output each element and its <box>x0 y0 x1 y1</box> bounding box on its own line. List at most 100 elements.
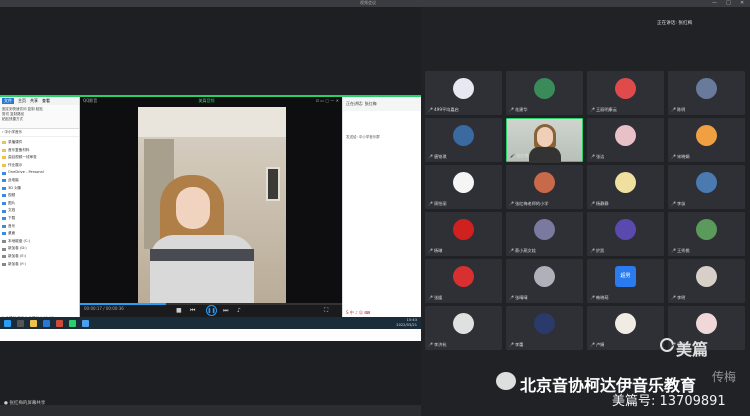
participant-tile[interactable]: 🎤张红梅老师的小学 <box>506 165 583 209</box>
participant-tile[interactable]: 🎤卢娟 <box>587 306 664 350</box>
ribbon-cut[interactable]: 剪切 <box>2 112 9 116</box>
participant-name: 🎤宋晓娟 <box>671 154 690 159</box>
participant-tile[interactable]: 🎤杨琳 <box>425 212 502 256</box>
computer-icon <box>2 179 6 183</box>
participant-tile[interactable]: 🎤李蕾 <box>506 306 583 350</box>
nav-item[interactable]: 3D 对象 <box>2 185 77 193</box>
participant-tile[interactable]: 🎤张晴晴 <box>506 259 583 303</box>
mic-icon: 🎤 <box>428 295 433 300</box>
participant-tile[interactable]: 🎤花建华 <box>506 71 583 115</box>
nav-item[interactable]: 文档 <box>2 207 77 215</box>
participant-avatar <box>534 313 555 334</box>
nav-item[interactable]: 此电脑 <box>2 177 77 185</box>
nav-item[interactable]: 新加卷 (D:) <box>2 245 77 253</box>
nav-item[interactable]: 曲目视频一线审查 <box>2 154 77 162</box>
participant-avatar <box>615 313 636 334</box>
participant-tile[interactable]: 🎤宋晓娟 <box>668 118 745 162</box>
participant-tile[interactable]: 🎤李明 <box>668 259 745 303</box>
participant-tile[interactable]: 🎤唐铭琪 <box>425 118 502 162</box>
participant-avatar <box>696 78 717 99</box>
next-icon[interactable]: ⏭ <box>223 307 228 315</box>
fullscreen-icon[interactable]: ⛶ <box>324 307 328 315</box>
pause-button[interactable]: ❚❚ <box>206 305 217 316</box>
minimize-icon[interactable]: — <box>712 0 717 6</box>
participant-tile[interactable]: 🎤张洁 <box>587 118 664 162</box>
ribbon-copy[interactable]: 复制 <box>28 107 35 111</box>
wall-picture <box>266 167 280 201</box>
participant-avatar <box>453 313 474 334</box>
start-icon[interactable] <box>4 319 11 327</box>
participant-tile[interactable]: 🎤张红梅 <box>506 118 583 163</box>
nav-item[interactable]: 图片 <box>2 200 77 208</box>
tab-file[interactable]: 文件 <box>2 98 14 104</box>
participant-tile[interactable]: 🎤周怡丽 <box>425 165 502 209</box>
nav-item[interactable]: 作业展示 <box>2 162 77 170</box>
mic-icon: 🎤 <box>671 342 676 347</box>
participant-avatar <box>615 125 636 146</box>
singer-body <box>150 235 254 303</box>
nav-item[interactable]: 视频 <box>2 192 77 200</box>
volume-icon[interactable]: ♪ <box>237 307 241 314</box>
tab-home[interactable]: 主页 <box>18 98 26 104</box>
participant-tile[interactable]: 🎤李苗 <box>668 165 745 209</box>
nav-item[interactable]: OneDrive - Personal <box>2 169 77 177</box>
ribbon-pin[interactable]: 固定到快速访问 <box>2 107 27 111</box>
explorer-icon[interactable] <box>30 319 37 327</box>
player-app-icon[interactable] <box>82 319 89 327</box>
participant-tile[interactable]: 🎤张媛 <box>425 259 502 303</box>
search-icon[interactable] <box>17 319 24 327</box>
prev-icon[interactable]: ⏮ <box>190 307 195 315</box>
participant-tile[interactable]: 🎤陈明 <box>668 71 745 115</box>
nav-item[interactable]: 新加卷 (F:) <box>2 261 77 269</box>
mic-icon: 🎤 <box>671 248 676 253</box>
ribbon-paste[interactable]: 粘贴 <box>36 107 43 111</box>
explorer-ribbon: 固定到快速访问 复制 粘贴 剪切 复制路径 粘贴快捷方式 <box>0 105 79 129</box>
app-icon[interactable] <box>43 319 50 327</box>
app-icon[interactable] <box>56 319 63 327</box>
participant-avatar <box>615 172 636 193</box>
stop-icon[interactable]: ■ <box>176 307 182 314</box>
participant-tile[interactable]: 🎤499平均嘉启 <box>425 71 502 115</box>
mic-icon: 🎤 <box>590 154 595 159</box>
player-name: QQ影音 <box>83 98 98 103</box>
player-window-controls[interactable]: ⊡ ▭ ▢ — ✕ <box>316 98 339 104</box>
app-icon[interactable] <box>69 319 76 327</box>
nav-item[interactable]: 下载 <box>2 215 77 223</box>
participant-tile[interactable]: 🎤王丽明康云 <box>587 71 664 115</box>
tab-view[interactable]: 查看 <box>42 98 50 104</box>
document-icon <box>2 209 6 213</box>
nav-item[interactable]: 音乐复备材料 <box>2 147 77 155</box>
maximize-icon[interactable]: □ <box>726 0 731 6</box>
singer-sweater-stripe <box>150 249 254 261</box>
folder-icon <box>2 141 6 145</box>
mic-icon: 🎤 <box>671 295 676 300</box>
mic-icon: 🎤 <box>590 201 595 206</box>
tab-share[interactable]: 共享 <box>30 98 38 104</box>
mic-icon: 🎤 <box>590 107 595 112</box>
nav-item[interactable]: 新加卷 (E:) <box>2 253 77 261</box>
participant-face <box>537 127 553 147</box>
participant-tile[interactable]: 🎤於凯 <box>587 212 664 256</box>
video-frame[interactable] <box>138 107 286 303</box>
participant-name: 🎤王秀桃 <box>671 248 690 253</box>
nav-item[interactable]: 本地磁盘 (C:) <box>2 238 77 246</box>
ribbon-paste-shortcut[interactable]: 粘贴快捷方式 <box>2 117 23 121</box>
close-icon[interactable]: ✕ <box>740 0 744 6</box>
participant-name: 🎤杨静静 <box>590 201 609 206</box>
nav-item[interactable]: 桌面 <box>2 230 77 238</box>
participant-avatar <box>615 78 636 99</box>
participant-tile[interactable]: 🎤李济杭 <box>425 306 502 350</box>
participant-avatar <box>696 313 717 334</box>
address-bar[interactable]: › 中小学音乐 <box>0 129 79 137</box>
participant-tile[interactable]: 超男 🎤韩晓萌 <box>587 259 664 303</box>
participant-tile[interactable]: 🎤王秀桃 <box>668 212 745 256</box>
player-time: 00:00:17 / 00:00:36 <box>84 306 124 311</box>
participant-tile[interactable]: 🎤蔡小燕文娃 <box>506 212 583 256</box>
participant-tile[interactable]: 🎤杨静静 <box>587 165 664 209</box>
mic-icon: 🎤 <box>590 295 595 300</box>
ceiling <box>138 107 286 137</box>
ribbon-copy-path[interactable]: 复制路径 <box>10 112 24 116</box>
nav-item[interactable]: 音乐 <box>2 223 77 231</box>
input-method-tray[interactable]: S 中 ♪ ☺ ⌨ <box>343 309 422 317</box>
nav-item[interactable]: 录播课件 <box>2 139 77 147</box>
